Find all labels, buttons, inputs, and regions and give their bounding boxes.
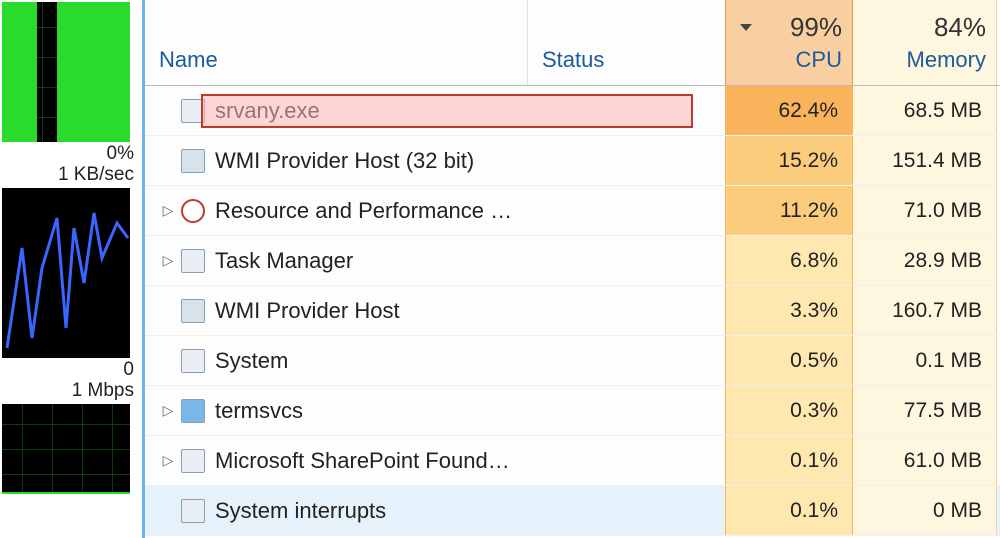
cell-mem: 28.9 MB — [853, 236, 997, 285]
col-cpu-label: CPU — [796, 47, 842, 73]
cell-cpu: 0.1% — [725, 486, 853, 535]
cell-name: srvany.exe — [145, 98, 527, 124]
col-name-label: Name — [159, 47, 517, 73]
process-row[interactable]: System interrupts 0.1%0 MB — [145, 486, 1000, 536]
net-mini-graph — [2, 188, 130, 358]
expand-icon[interactable]: ▷ — [159, 402, 177, 420]
process-row[interactable]: ▷ Microsoft SharePoint Foundation 0.1%61.0… — [145, 436, 1000, 486]
cell-name: ▷ Microsoft SharePoint Foundation — [145, 448, 527, 474]
cell-name: ▷ Task Manager — [145, 248, 527, 274]
sort-desc-icon — [740, 24, 752, 31]
cell-cpu: 62.4% — [725, 86, 853, 135]
mem-total-pct: 84% — [934, 12, 986, 43]
process-row[interactable]: System 0.5%0.1 MB — [145, 336, 1000, 386]
process-icon — [181, 249, 205, 273]
cell-mem: 151.4 MB — [853, 136, 997, 185]
cell-mem: 71.0 MB — [853, 186, 997, 235]
cpu-total-pct: 99% — [790, 12, 842, 43]
cell-mem: 77.5 MB — [853, 386, 997, 435]
process-list: Name Status 99% CPU 84% Memory srvany.ex… — [145, 0, 1000, 538]
cell-cpu: 11.2% — [725, 186, 853, 235]
cell-name: ▷ termsvcs — [145, 398, 527, 424]
process-row[interactable]: ▷ termsvcs 0.3%77.5 MB — [145, 386, 1000, 436]
process-row[interactable]: WMI Provider Host 3.3%160.7 MB — [145, 286, 1000, 336]
process-icon — [181, 349, 205, 373]
sidebar-label-2: 0 — [0, 360, 142, 381]
process-name: WMI Provider Host (32 bit) — [215, 148, 474, 174]
process-name: System — [215, 348, 288, 374]
cell-mem: 61.0 MB — [853, 436, 997, 485]
process-name: Resource and Performance Mo... — [215, 198, 515, 224]
col-status-label: Status — [542, 47, 715, 73]
sidebar-label-0: 0% — [0, 144, 142, 165]
process-name: WMI Provider Host — [215, 298, 400, 324]
process-icon — [181, 499, 205, 523]
cell-cpu: 3.3% — [725, 286, 853, 335]
process-icon — [181, 149, 205, 173]
cell-mem: 160.7 MB — [853, 286, 997, 335]
cell-mem: 0.1 MB — [853, 336, 997, 385]
process-icon — [181, 99, 205, 123]
process-icon — [181, 449, 205, 473]
cell-cpu: 6.8% — [725, 236, 853, 285]
cpu-mini-graph — [2, 2, 130, 142]
cell-name: WMI Provider Host — [145, 298, 527, 324]
cell-name: ▷ Resource and Performance Mo... — [145, 198, 527, 224]
process-icon — [181, 299, 205, 323]
process-row[interactable]: WMI Provider Host (32 bit) 15.2%151.4 MB — [145, 136, 1000, 186]
disk-mini-graph — [2, 404, 130, 494]
cell-cpu: 0.3% — [725, 386, 853, 435]
cell-name: System — [145, 348, 527, 374]
process-name: Task Manager — [215, 248, 353, 274]
expand-icon[interactable]: ▷ — [159, 252, 177, 270]
col-cpu[interactable]: 99% CPU — [725, 0, 853, 85]
process-row[interactable]: srvany.exe 62.4%68.5 MB — [145, 86, 1000, 136]
col-name[interactable]: Name — [145, 0, 527, 85]
cell-cpu: 0.5% — [725, 336, 853, 385]
process-name: Microsoft SharePoint Foundation — [215, 448, 515, 474]
cell-mem: 0 MB — [853, 486, 997, 535]
process-name: srvany.exe — [215, 98, 320, 124]
sidebar-label-3: 1 Mbps — [0, 381, 142, 402]
cell-mem: 68.5 MB — [853, 86, 997, 135]
process-name: System interrupts — [215, 498, 386, 524]
perf-sidebar: 0% 1 KB/sec 0 1 Mbps — [0, 0, 145, 538]
cell-cpu: 15.2% — [725, 136, 853, 185]
process-icon — [181, 199, 205, 223]
expand-icon[interactable]: ▷ — [159, 202, 177, 220]
cell-name: WMI Provider Host (32 bit) — [145, 148, 527, 174]
process-icon — [181, 399, 205, 423]
process-row[interactable]: ▷ Resource and Performance Mo... 11.2%71.0… — [145, 186, 1000, 236]
cell-name: System interrupts — [145, 498, 527, 524]
col-mem[interactable]: 84% Memory — [853, 0, 997, 85]
process-name: termsvcs — [215, 398, 303, 424]
sidebar-label-1: 1 KB/sec — [0, 165, 142, 186]
col-status[interactable]: Status — [527, 0, 725, 85]
expand-icon[interactable]: ▷ — [159, 452, 177, 470]
column-header-row: Name Status 99% CPU 84% Memory — [145, 0, 1000, 86]
cell-cpu: 0.1% — [725, 436, 853, 485]
process-row[interactable]: ▷ Task Manager 6.8%28.9 MB — [145, 236, 1000, 286]
col-mem-label: Memory — [907, 47, 986, 73]
